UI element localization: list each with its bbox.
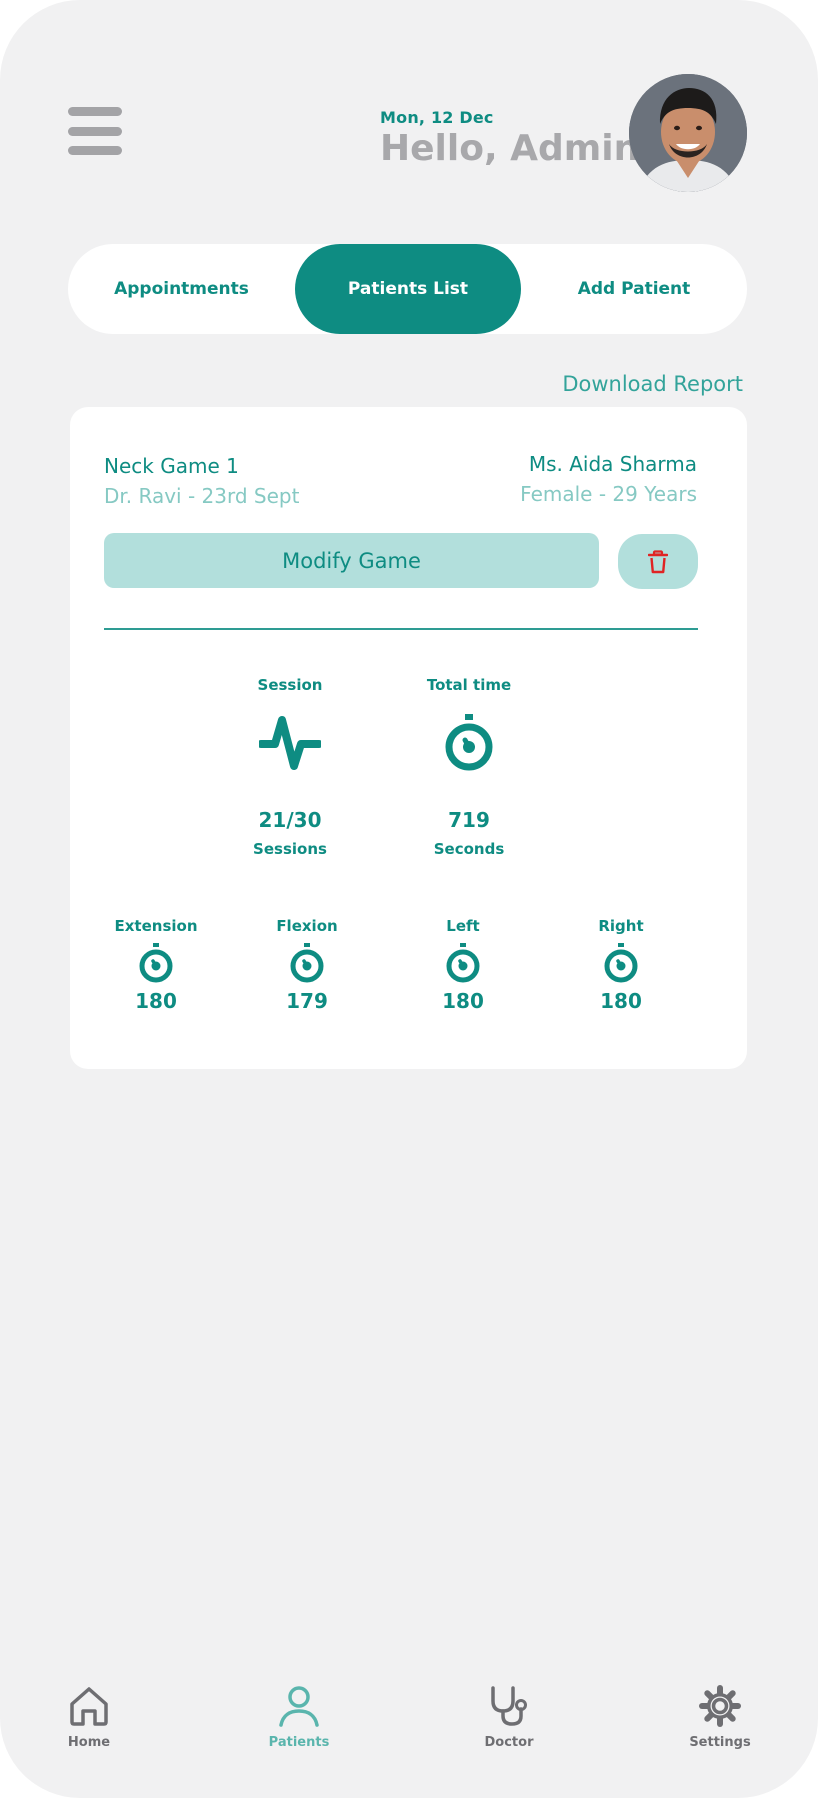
greeting-title: Hello, Admin [380,128,640,169]
total-time-label: Total time [426,676,512,694]
hamburger-menu-icon[interactable] [68,107,122,155]
avatar[interactable] [629,74,747,192]
session-label: Session [257,676,323,694]
patient-name: Ms. Aida Sharma [528,452,697,476]
patient-game-card: Neck Game 1 Dr. Ravi - 23rd Sept Ms. Aid… [70,407,747,1069]
stethoscope-icon [491,1686,527,1726]
avatar-photo [629,74,747,192]
tab-patients-list[interactable]: Patients List [295,244,521,334]
nav-home-label: Home [67,1735,111,1750]
flexion-label: Flexion [276,917,338,935]
total-time-unit: Seconds [433,840,505,858]
tab-add-patient[interactable]: Add Patient [521,244,747,334]
home-icon [70,1687,108,1726]
nav-doctor[interactable]: Doctor [449,1685,569,1750]
extension-stat: Extension 180 [111,917,201,1013]
game-name: Neck Game 1 [104,454,239,478]
left-label: Left [446,917,480,935]
user-icon [279,1686,319,1727]
right-value: 180 [600,989,642,1013]
left-stat: Left 180 [423,917,503,1013]
stopwatch-icon [139,943,173,983]
stopwatch-icon [445,714,493,771]
gear-icon [699,1685,741,1727]
stopwatch-icon [446,943,480,983]
trash-icon [648,549,668,573]
nav-doctor-label: Doctor [484,1735,534,1750]
modify-game-button[interactable]: Modify Game [104,533,599,588]
nav-patients[interactable]: Patients [239,1685,359,1750]
stopwatch-icon [604,943,638,983]
session-unit: Sessions [253,840,327,858]
nav-settings-label: Settings [689,1735,751,1750]
nav-settings[interactable]: Settings [660,1685,780,1750]
download-report-link[interactable]: Download Report [562,372,743,396]
extension-label: Extension [114,917,198,935]
delete-button[interactable] [618,534,698,589]
patient-info: Female - 29 Years [520,482,697,506]
right-stat: Right 180 [581,917,661,1013]
total-time-value: 719 [448,808,490,832]
flexion-stat: Flexion 179 [267,917,347,1013]
nav-home[interactable]: Home [29,1685,149,1750]
segmented-tabs: Appointments Patients List Add Patient [68,244,747,334]
left-value: 180 [442,989,484,1013]
nav-patients-label: Patients [268,1735,330,1750]
stopwatch-icon [290,943,324,983]
total-time-stat: Total time 719 Seconds [424,676,514,858]
flexion-value: 179 [286,989,328,1013]
doctor-and-date: Dr. Ravi - 23rd Sept [104,484,300,508]
divider [104,628,698,630]
tab-appointments[interactable]: Appointments [68,244,295,334]
app-screen: Mon, 12 Dec Hello, Admin Appointments Pa… [0,0,818,1798]
session-stat: Session 21/30 Sessions [250,676,330,858]
current-date: Mon, 12 Dec [380,108,494,127]
session-value: 21/30 [258,808,322,832]
pulse-icon [259,716,321,770]
right-label: Right [598,917,644,935]
extension-value: 180 [135,989,177,1013]
